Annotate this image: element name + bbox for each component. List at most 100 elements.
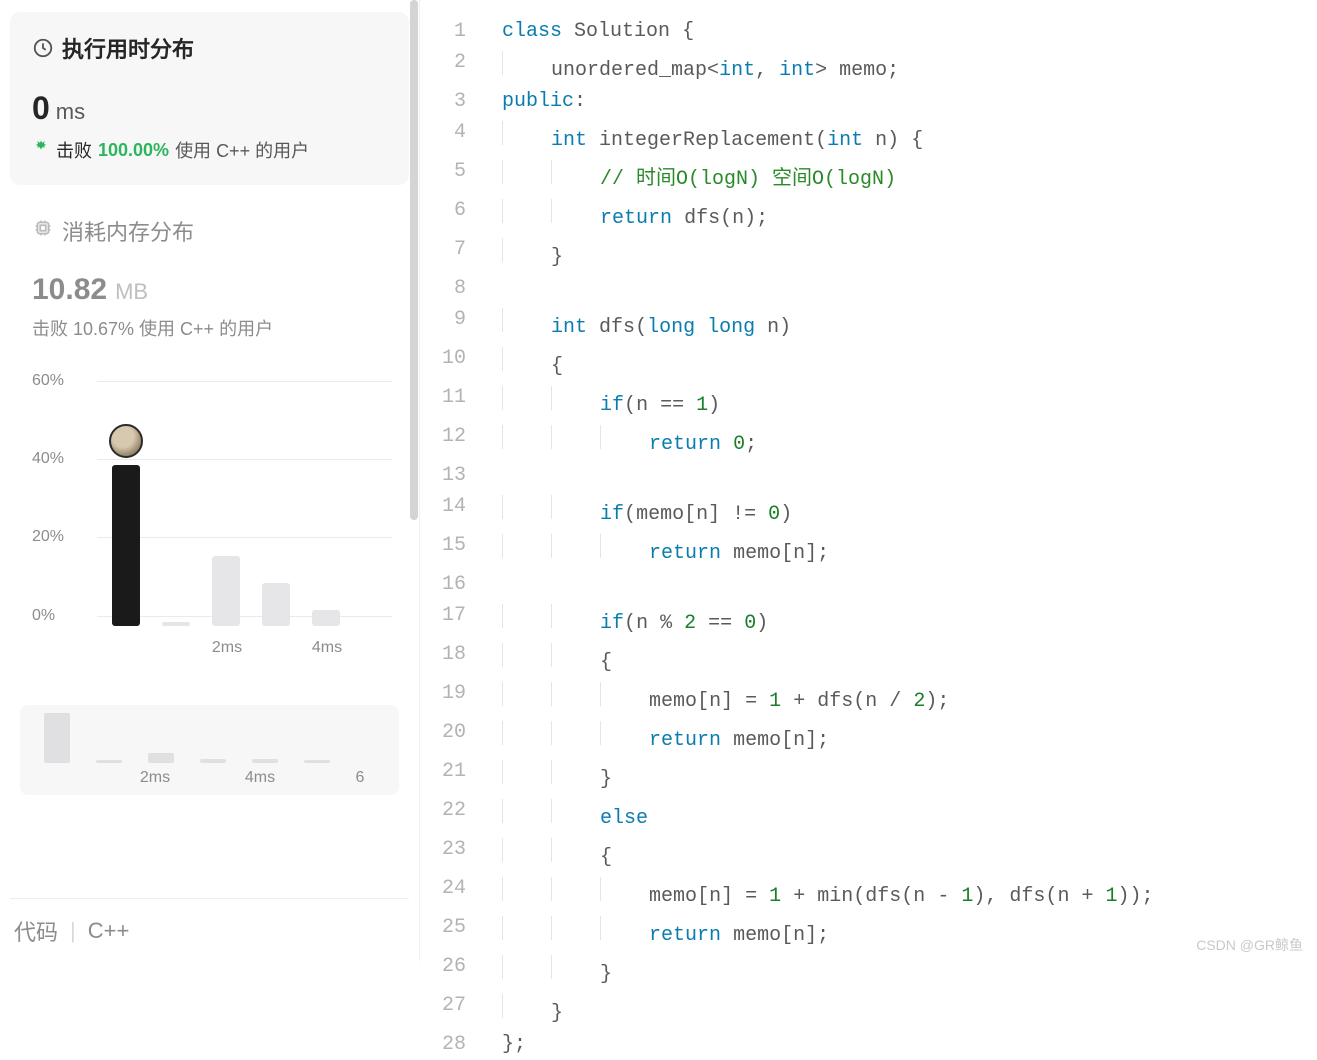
chart-bar[interactable]	[112, 465, 140, 626]
mini-chart-bar[interactable]	[148, 753, 174, 763]
code-content[interactable]: if(memo[n] != 0)	[484, 491, 1154, 530]
code-line[interactable]: 3public:	[420, 86, 1154, 117]
code-line[interactable]: 15 return memo[n];	[420, 530, 1154, 569]
chart-bar[interactable]	[262, 583, 290, 626]
line-number: 24	[420, 873, 484, 912]
code-content[interactable]: }	[484, 990, 1154, 1029]
code-line[interactable]: 25 return memo[n];	[420, 912, 1154, 951]
line-number: 2	[420, 47, 484, 86]
bottom-lang-label[interactable]: C++	[88, 918, 130, 944]
code-line[interactable]: 6 return dfs(n);	[420, 195, 1154, 234]
code-line[interactable]: 16	[420, 569, 1154, 600]
code-content[interactable]: memo[n] = 1 + dfs(n / 2);	[484, 678, 1154, 717]
code-content[interactable]: return dfs(n);	[484, 195, 1154, 234]
line-number: 4	[420, 117, 484, 156]
code-editor[interactable]: 1class Solution {2 unordered_map<int, in…	[420, 0, 1317, 961]
code-content[interactable]: return memo[n];	[484, 717, 1154, 756]
code-content[interactable]: };	[484, 1029, 1154, 1060]
code-line[interactable]: 17 if(n % 2 == 0)	[420, 600, 1154, 639]
code-line[interactable]: 8	[420, 273, 1154, 304]
code-line[interactable]: 4 int integerReplacement(int n) {	[420, 117, 1154, 156]
mini-chart-bar[interactable]	[44, 713, 70, 763]
code-content[interactable]: if(n == 1)	[484, 382, 1154, 421]
chart-bar[interactable]	[312, 610, 340, 626]
code-line[interactable]: 2 unordered_map<int, int> memo;	[420, 47, 1154, 86]
code-line[interactable]: 26 }	[420, 951, 1154, 990]
runtime-card-title: 执行用时分布	[32, 32, 387, 64]
code-content[interactable]: {	[484, 834, 1154, 873]
code-content[interactable]	[484, 569, 1154, 600]
mini-chart-bar[interactable]	[96, 760, 122, 763]
line-number: 21	[420, 756, 484, 795]
ytick: 40%	[32, 450, 64, 468]
code-line[interactable]: 12 return 0;	[420, 421, 1154, 460]
runtime-title-text: 执行用时分布	[62, 32, 194, 64]
scrollbar-track[interactable]	[409, 0, 419, 921]
code-content[interactable]: if(n % 2 == 0)	[484, 600, 1154, 639]
code-line[interactable]: 11 if(n == 1)	[420, 382, 1154, 421]
code-line[interactable]: 13	[420, 460, 1154, 491]
line-number: 10	[420, 343, 484, 382]
bottom-code-label[interactable]: 代码	[14, 915, 58, 947]
code-content[interactable]: }	[484, 756, 1154, 795]
code-line[interactable]: 20 return memo[n];	[420, 717, 1154, 756]
mini-chart[interactable]: 2ms 4ms 6	[20, 705, 399, 795]
code-line[interactable]: 22 else	[420, 795, 1154, 834]
code-content[interactable]: {	[484, 639, 1154, 678]
line-number: 25	[420, 912, 484, 951]
memory-title-text: 消耗内存分布	[62, 215, 194, 247]
gridline	[97, 381, 392, 382]
line-number: 14	[420, 491, 484, 530]
mini-chart-bar[interactable]	[200, 759, 226, 763]
code-content[interactable]: class Solution {	[484, 16, 1154, 47]
line-number: 11	[420, 382, 484, 421]
code-line[interactable]: 27 }	[420, 990, 1154, 1029]
code-line[interactable]: 1class Solution {	[420, 16, 1154, 47]
code-content[interactable]: }	[484, 951, 1154, 990]
code-line[interactable]: 23 {	[420, 834, 1154, 873]
line-number: 13	[420, 460, 484, 491]
runtime-chart[interactable]: 60% 40% 20% 0% 2ms 4ms	[10, 361, 409, 701]
runtime-card[interactable]: 执行用时分布 0 ms 击败 100.00% 使用 C++ 的用户	[10, 12, 409, 185]
code-content[interactable]: {	[484, 343, 1154, 382]
code-line[interactable]: 18 {	[420, 639, 1154, 678]
ytick: 60%	[32, 372, 64, 390]
code-content[interactable]: return memo[n];	[484, 530, 1154, 569]
code-content[interactable]: return 0;	[484, 421, 1154, 460]
scrollbar-thumb[interactable]	[410, 0, 418, 520]
code-content[interactable]	[484, 273, 1154, 304]
code-content[interactable]: unordered_map<int, int> memo;	[484, 47, 1154, 86]
code-line[interactable]: 5 // 时间O(logN) 空间O(logN)	[420, 156, 1154, 195]
code-line[interactable]: 9 int dfs(long long n)	[420, 304, 1154, 343]
chart-bar[interactable]	[212, 556, 240, 627]
code-content[interactable]: return memo[n];	[484, 912, 1154, 951]
mini-chart-bar[interactable]	[304, 760, 330, 763]
code-line[interactable]: 21 }	[420, 756, 1154, 795]
memory-card[interactable]: 消耗内存分布 10.82 MB 击败 10.67% 使用 C++ 的用户	[10, 215, 409, 341]
code-content[interactable]: // 时间O(logN) 空间O(logN)	[484, 156, 1154, 195]
code-line[interactable]: 7 }	[420, 234, 1154, 273]
code-content[interactable]: else	[484, 795, 1154, 834]
code-line[interactable]: 10 {	[420, 343, 1154, 382]
memory-value-num: 10.82	[32, 273, 107, 307]
mini-chart-bar[interactable]	[252, 759, 278, 763]
code-line[interactable]: 19 memo[n] = 1 + dfs(n / 2);	[420, 678, 1154, 717]
code-content[interactable]	[484, 460, 1154, 491]
code-content[interactable]: }	[484, 234, 1154, 273]
line-number: 26	[420, 951, 484, 990]
avatar[interactable]	[109, 424, 143, 458]
code-line[interactable]: 28};	[420, 1029, 1154, 1060]
code-line[interactable]: 14 if(memo[n] != 0)	[420, 491, 1154, 530]
ytick: 20%	[32, 528, 64, 546]
code-content[interactable]: int integerReplacement(int n) {	[484, 117, 1154, 156]
code-line[interactable]: 24 memo[n] = 1 + min(dfs(n - 1), dfs(n +…	[420, 873, 1154, 912]
chart-bar[interactable]	[162, 622, 190, 626]
line-number: 8	[420, 273, 484, 304]
memory-card-title: 消耗内存分布	[32, 215, 387, 247]
code-content[interactable]: memo[n] = 1 + min(dfs(n - 1), dfs(n + 1)…	[484, 873, 1154, 912]
clap-icon	[32, 139, 50, 162]
bottom-bar: 代码 | C++	[10, 898, 409, 961]
runtime-beat-row: 击败 100.00% 使用 C++ 的用户	[32, 137, 387, 163]
code-content[interactable]: int dfs(long long n)	[484, 304, 1154, 343]
code-content[interactable]: public:	[484, 86, 1154, 117]
